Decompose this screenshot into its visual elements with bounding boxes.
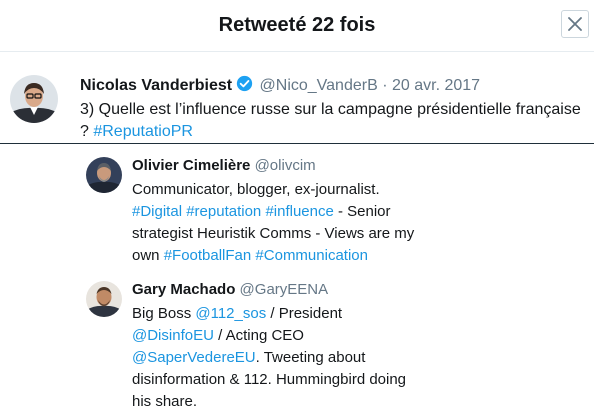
user-avatar[interactable] (86, 157, 122, 193)
modal-header: Retweeté 22 fois (0, 0, 594, 52)
modal-title: Retweeté 22 fois (218, 14, 376, 36)
tweet-text: 3) Quelle est l’influence russe sur la c… (80, 99, 585, 143)
user-name-row: Gary Machado @GaryEENA (132, 281, 328, 298)
user-name[interactable]: Gary Machado (132, 281, 235, 298)
hashtag-link[interactable]: #ReputatioPR (93, 123, 193, 140)
user-avatar[interactable] (86, 281, 122, 317)
user-bio: Big Boss @112_sos / President @DisinfoEU… (132, 303, 422, 413)
hashtag-link[interactable]: #Communication (255, 247, 368, 264)
close-icon (568, 17, 582, 31)
user-handle[interactable]: @olivcim (255, 157, 316, 174)
mention-link[interactable]: @DisinfoEU (132, 327, 214, 344)
bio-text: Communicator, blogger, ex-journalist. (132, 181, 380, 198)
bio-text: / President (266, 305, 343, 322)
close-button[interactable] (561, 10, 589, 38)
mention-link[interactable]: @112_sos (195, 305, 266, 322)
author-name[interactable]: Nicolas Vanderbiest (80, 77, 232, 94)
bio-text: / Acting CEO (213, 327, 304, 344)
bio-text: Big Boss (132, 305, 196, 322)
hashtag-link[interactable]: #influence (265, 203, 333, 220)
separator-dot: · (382, 77, 388, 94)
verified-badge-icon (236, 75, 253, 97)
hashtag-link[interactable]: #FootballFan (164, 247, 252, 264)
tweet-header: Nicolas Vanderbiest @Nico_VanderB · 20 a… (80, 75, 480, 97)
tweet-date[interactable]: 20 avr. 2017 (392, 77, 480, 94)
author-avatar[interactable] (10, 75, 58, 123)
hashtag-link[interactable]: #reputation (186, 203, 261, 220)
user-handle[interactable]: @GaryEENA (240, 281, 329, 298)
user-bio: Communicator, blogger, ex-journalist. #Di… (132, 179, 422, 267)
hashtag-link[interactable]: #Digital (132, 203, 182, 220)
user-name[interactable]: Olivier Cimelière (132, 157, 250, 174)
mention-link[interactable]: @SaperVedereEU (132, 349, 256, 366)
author-handle[interactable]: @Nico_VanderB (260, 77, 378, 94)
original-tweet[interactable]: Nicolas Vanderbiest @Nico_VanderB · 20 a… (0, 52, 594, 144)
user-name-row: Olivier Cimelière @olivcim (132, 157, 316, 174)
